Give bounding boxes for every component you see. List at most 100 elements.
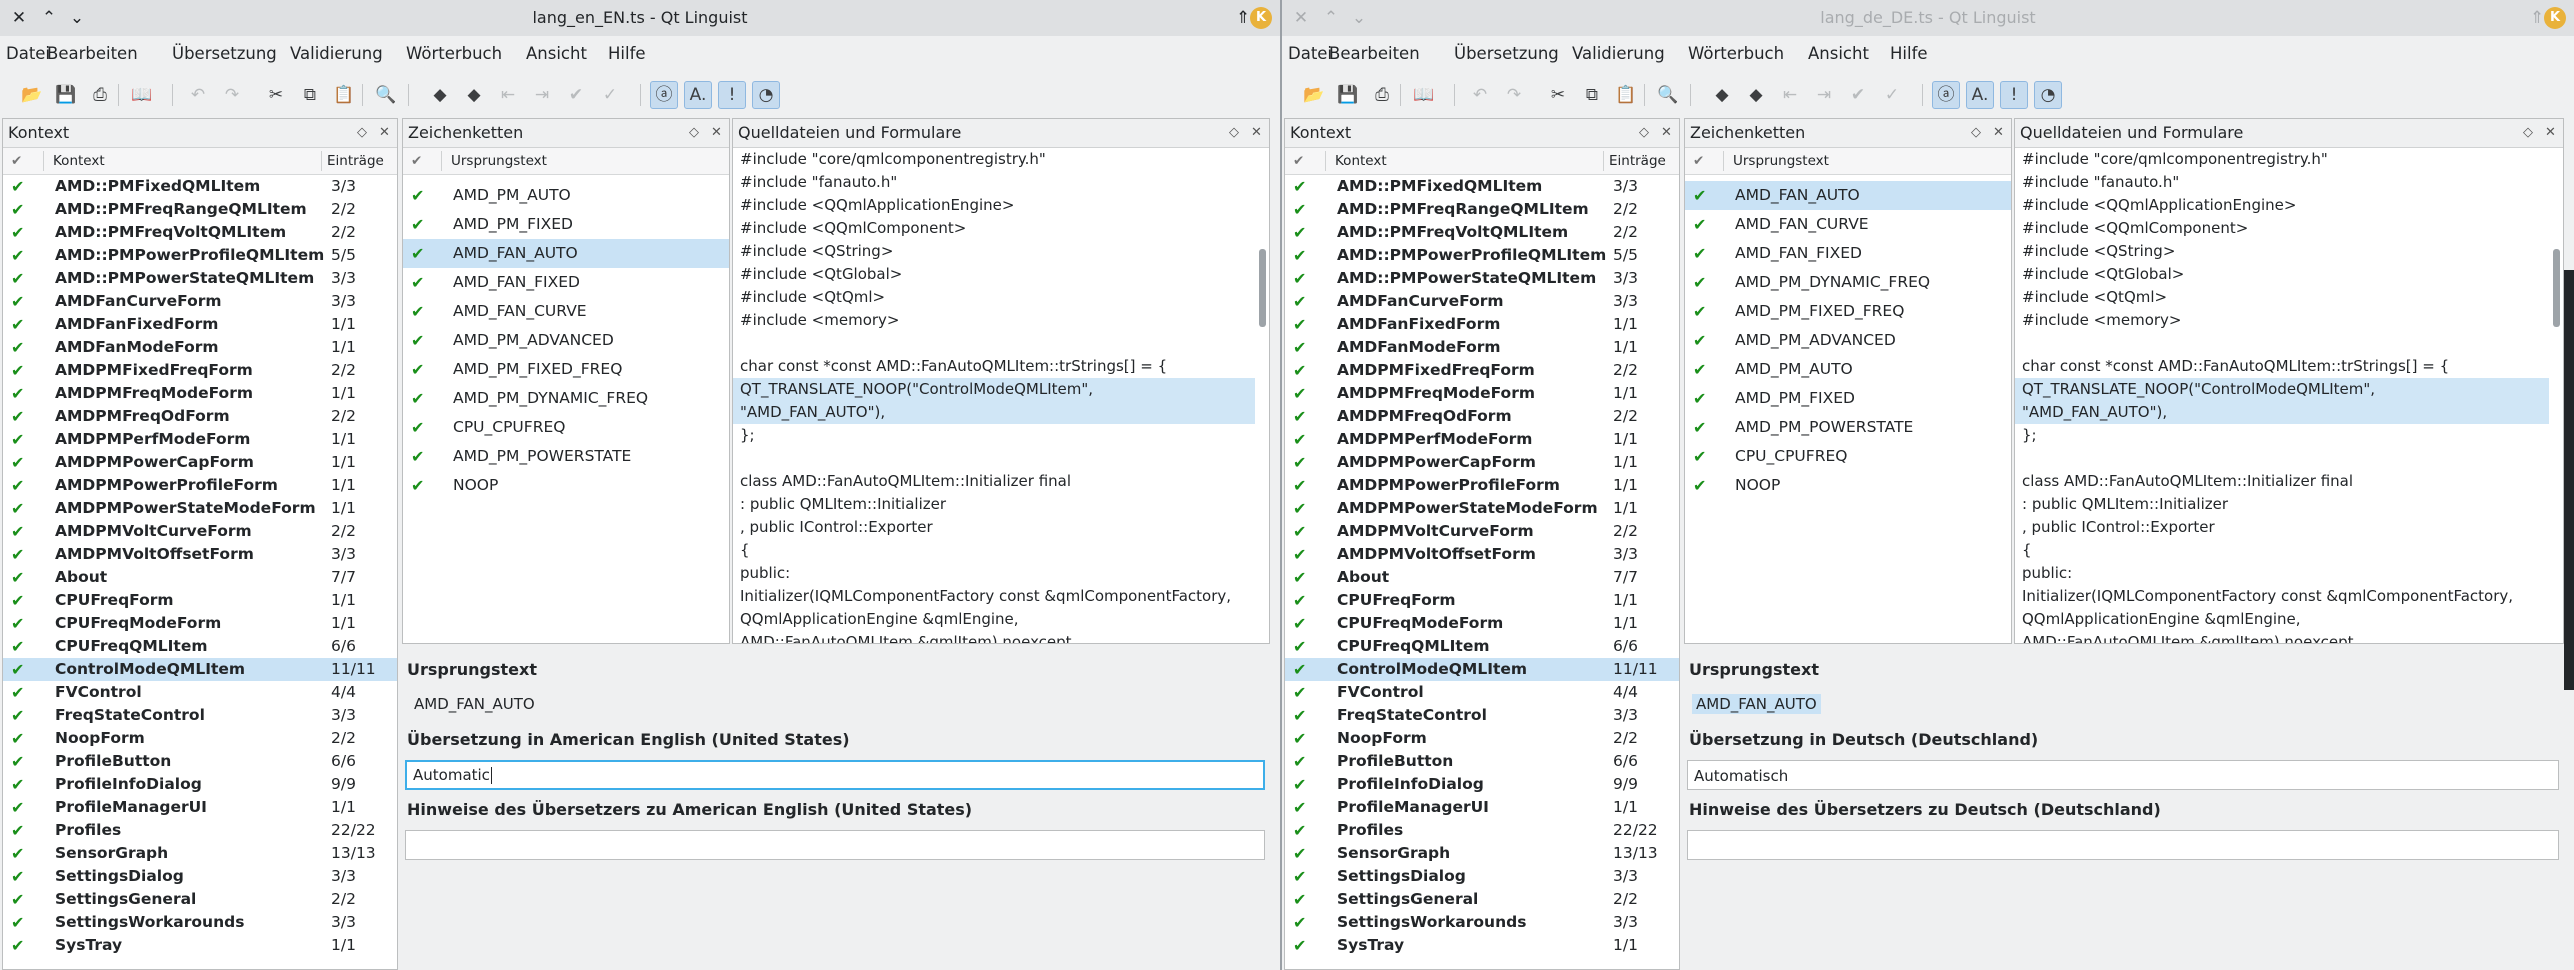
source-code-view[interactable]: #include "core/qmlcomponentregistry.h" #i…: [2015, 148, 2549, 643]
context-row[interactable]: ✔ AMDFanModeForm 1/1: [3, 336, 397, 359]
redo-icon[interactable]: ↷: [218, 81, 246, 109]
phrase-check-icon[interactable]: !: [2000, 81, 2028, 109]
prev-unfinished-icon[interactable]: ◆: [1708, 81, 1736, 109]
find-icon[interactable]: 🔍: [372, 81, 400, 109]
string-row[interactable]: ✔ AMD_PM_ADVANCED: [403, 326, 729, 355]
context-row[interactable]: ✔ NoopForm 2/2: [1285, 727, 1679, 750]
context-row[interactable]: ✔ FVControl 4/4: [3, 681, 397, 704]
context-row[interactable]: ✔ ProfileButton 6/6: [1285, 750, 1679, 773]
context-row[interactable]: ✔ About 7/7: [3, 566, 397, 589]
paste-icon[interactable]: 📋: [1612, 81, 1640, 109]
context-row[interactable]: ✔ AMDPMPowerStateModeForm 1/1: [3, 497, 397, 520]
scrollbar-thumb[interactable]: [2553, 249, 2560, 327]
done-icon[interactable]: ✓: [596, 81, 624, 109]
string-row[interactable]: ✔ AMD_PM_DYNAMIC_FREQ: [1685, 268, 2011, 297]
context-row[interactable]: ✔ AMDPMPowerProfileForm 1/1: [3, 474, 397, 497]
string-row[interactable]: ✔ CPU_CPUFREQ: [1685, 442, 2011, 471]
context-row[interactable]: ✔ AMD::PMFreqVoltQMLItem 2/2: [1285, 221, 1679, 244]
source-code-view[interactable]: #include "core/qmlcomponentregistry.h" #i…: [733, 148, 1255, 643]
chevron-up-icon[interactable]: ⌃: [1316, 0, 1346, 36]
source-text-value[interactable]: AMD_FAN_AUTO: [410, 694, 539, 714]
string-row[interactable]: ✔ AMD_FAN_CURVE: [1685, 210, 2011, 239]
context-row[interactable]: ✔ AMDPMFixedFreqForm 2/2: [3, 359, 397, 382]
context-row[interactable]: ✔ AMDFanCurveForm 3/3: [3, 290, 397, 313]
context-row[interactable]: ✔ AMDPMFreqModeForm 1/1: [3, 382, 397, 405]
context-row[interactable]: ✔ AMDFanModeForm 1/1: [1285, 336, 1679, 359]
next-unfinished-icon[interactable]: ◆: [460, 81, 488, 109]
string-row[interactable]: ✔ NOOP: [1685, 471, 2011, 500]
redo-icon[interactable]: ↷: [1500, 81, 1528, 109]
done-icon[interactable]: ✓: [1878, 81, 1906, 109]
chevron-up-icon[interactable]: ⌃: [34, 0, 64, 36]
context-row[interactable]: ✔ FreqStateControl 3/3: [1285, 704, 1679, 727]
print-icon[interactable]: ⎙: [86, 81, 114, 109]
save-icon[interactable]: 💾: [52, 81, 80, 109]
menu-item[interactable]: Wörterbuch: [406, 36, 502, 72]
ending-check-icon[interactable]: A.: [684, 81, 712, 109]
next-unfinished-icon[interactable]: ◆: [1742, 81, 1770, 109]
context-row[interactable]: ✔ SettingsGeneral 2/2: [3, 888, 397, 911]
context-row[interactable]: ✔ ProfileInfoDialog 9/9: [3, 773, 397, 796]
chevron-down-icon[interactable]: ⌄: [62, 0, 92, 36]
copy-icon[interactable]: ⧉: [1578, 81, 1606, 109]
string-row[interactable]: ✔ AMD_PM_ADVANCED: [1685, 326, 2011, 355]
context-row[interactable]: ✔ AMDPMPowerProfileForm 1/1: [1285, 474, 1679, 497]
chevron-down-icon[interactable]: ⌄: [1344, 0, 1374, 36]
context-row[interactable]: ✔ FVControl 4/4: [1285, 681, 1679, 704]
close-icon[interactable]: ✕: [1661, 119, 1672, 147]
translator-hints-input[interactable]: [405, 830, 1265, 860]
context-row[interactable]: ✔ ControlModeQMLItem 11/11: [1285, 658, 1679, 681]
context-row[interactable]: ✔ AMD::PMFreqRangeQMLItem 2/2: [1285, 198, 1679, 221]
context-row[interactable]: ✔ AMDPMPowerCapForm 1/1: [3, 451, 397, 474]
close-icon[interactable]: ✕: [4, 0, 34, 36]
copy-icon[interactable]: ⧉: [296, 81, 324, 109]
column-context[interactable]: Kontext: [53, 148, 105, 174]
context-row[interactable]: ✔ ProfileManagerUI 1/1: [3, 796, 397, 819]
context-row[interactable]: ✔ AMDPMVoltOffsetForm 3/3: [1285, 543, 1679, 566]
context-row[interactable]: ✔ AMD::PMFixedQMLItem 3/3: [3, 175, 397, 198]
context-row[interactable]: ✔ SettingsWorkarounds 3/3: [1285, 911, 1679, 934]
string-row[interactable]: ✔ AMD_PM_AUTO: [403, 181, 729, 210]
string-row[interactable]: ✔ AMD_FAN_FIXED: [1685, 239, 2011, 268]
done-next-icon[interactable]: ✔: [1844, 81, 1872, 109]
context-row[interactable]: ✔ AMDPMFixedFreqForm 2/2: [1285, 359, 1679, 382]
context-row[interactable]: ✔ AMDPMPerfModeForm 1/1: [1285, 428, 1679, 451]
phrasebook-icon[interactable]: 📖: [1410, 81, 1438, 109]
float-icon[interactable]: ◇: [1971, 119, 1981, 147]
print-icon[interactable]: ⎙: [1368, 81, 1396, 109]
menu-item[interactable]: Hilfe: [1890, 36, 1928, 72]
menu-item[interactable]: Ansicht: [1808, 36, 1869, 72]
float-icon[interactable]: ◇: [1639, 119, 1649, 147]
menu-item[interactable]: Bearbeiten: [1329, 36, 1420, 72]
translator-hints-input[interactable]: [1687, 830, 2559, 860]
context-row[interactable]: ✔ CPUFreqQMLItem 6/6: [1285, 635, 1679, 658]
menu-item[interactable]: Bearbeiten: [47, 36, 138, 72]
menu-item[interactable]: Hilfe: [608, 36, 646, 72]
next-icon[interactable]: ⇥: [1810, 81, 1838, 109]
context-row[interactable]: ✔ SettingsDialog 3/3: [1285, 865, 1679, 888]
undo-icon[interactable]: ↶: [1466, 81, 1494, 109]
next-icon[interactable]: ⇥: [528, 81, 556, 109]
translation-input[interactable]: Automatic: [405, 760, 1265, 790]
close-icon[interactable]: ✕: [1251, 119, 1262, 147]
context-row[interactable]: ✔ CPUFreqForm 1/1: [1285, 589, 1679, 612]
string-row[interactable]: ✔ AMD_PM_FIXED: [1685, 384, 2011, 413]
context-row[interactable]: ✔ NoopForm 2/2: [3, 727, 397, 750]
string-row[interactable]: ✔ AMD_PM_POWERSTATE: [403, 442, 729, 471]
close-icon[interactable]: ✕: [711, 119, 722, 147]
float-icon[interactable]: ◇: [357, 119, 367, 147]
column-context[interactable]: Kontext: [1335, 148, 1387, 174]
context-row[interactable]: ✔ SysTray 1/1: [3, 934, 397, 957]
float-icon[interactable]: ◇: [2523, 119, 2533, 147]
menu-item[interactable]: Validierung: [1572, 36, 1665, 72]
translation-input[interactable]: Automatisch: [1687, 760, 2559, 790]
source-text-value[interactable]: AMD_FAN_AUTO: [1692, 694, 1821, 714]
accelerator-check-icon[interactable]: ⓐ: [650, 81, 678, 109]
context-row[interactable]: ✔ SettingsWorkarounds 3/3: [3, 911, 397, 934]
context-row[interactable]: ✔ Profiles 22/22: [1285, 819, 1679, 842]
context-row[interactable]: ✔ AMD::PMPowerProfileQMLItem 5/5: [1285, 244, 1679, 267]
ending-check-icon[interactable]: A.: [1966, 81, 1994, 109]
context-row[interactable]: ✔ AMD::PMFixedQMLItem 3/3: [1285, 175, 1679, 198]
string-row[interactable]: ✔ AMD_FAN_AUTO: [1685, 181, 2011, 210]
context-row[interactable]: ✔ SettingsGeneral 2/2: [1285, 888, 1679, 911]
